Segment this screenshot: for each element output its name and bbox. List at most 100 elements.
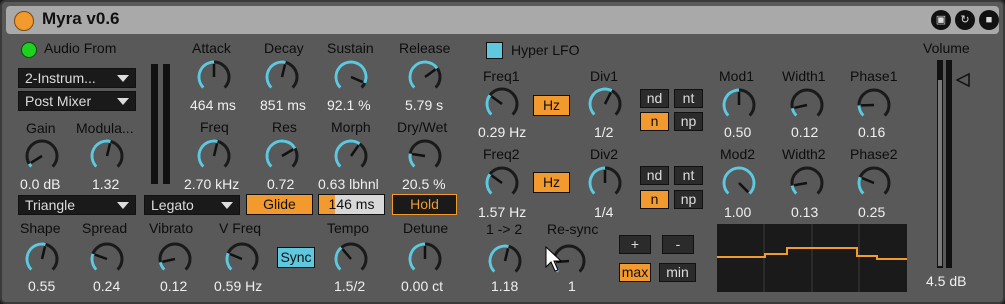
audio-source-select[interactable]: 2-Instrum... [18,68,136,88]
input-meter-left [151,64,158,184]
hyper-lfo-toggle[interactable] [486,42,503,59]
gain-value: 0.0 dB [20,176,61,192]
phase1-value: 0.16 [858,124,886,140]
div2-value: 1/4 [594,204,614,220]
filter-freq-knob[interactable] [195,137,233,175]
glide-time-field[interactable]: 146 ms [318,194,385,215]
voice-mode-select[interactable]: Legato [144,195,240,215]
resync-label: Re-sync [547,221,599,237]
sustain-label: Sustain [327,40,374,56]
lfo1-n-button[interactable]: n [640,112,669,131]
ratio-value: 1.18 [491,278,519,294]
freq1-knob[interactable] [483,85,521,123]
phase1-knob[interactable] [855,86,893,124]
modulation-knob[interactable] [88,137,126,175]
release-knob[interactable] [406,58,444,96]
volume-fader-track [938,80,942,266]
ratio-knob[interactable] [486,242,524,280]
lfo2-nt-button[interactable]: nt [674,166,703,185]
mod2-value: 1.00 [724,204,752,220]
res-knob[interactable] [263,137,301,175]
max-button[interactable]: max [619,263,651,282]
drywet-knob[interactable] [406,137,444,175]
spread-knob[interactable] [88,240,126,278]
lfo2-nd-button[interactable]: nd [640,166,669,185]
plus-button[interactable]: + [619,235,651,254]
audio-tap-select[interactable]: Post Mixer [18,91,136,111]
lfo1-nd-button[interactable]: nd [640,89,669,108]
detune-label: Detune [403,220,449,236]
refresh-icon[interactable]: ↻ [955,10,975,30]
mod1-knob[interactable] [720,86,758,124]
morph-label: Morph [331,119,371,135]
lfo1-np-button[interactable]: np [674,112,703,131]
div1-label: Div1 [590,68,619,84]
lfo1-nt-button[interactable]: nt [674,89,703,108]
attack-knob[interactable] [195,58,233,96]
div2-knob[interactable] [586,164,624,202]
attack-label: Attack [192,40,231,56]
audio-from-toggle[interactable] [21,42,37,58]
morph-knob[interactable] [332,137,370,175]
tempo-value: 1.5/2 [334,278,366,294]
drywet-value: 20.5 % [402,176,446,192]
mod2-knob[interactable] [720,164,758,202]
freq1-value: 0.29 Hz [478,124,527,140]
minus-button[interactable]: - [662,235,694,254]
map-icon[interactable]: ▣ [931,10,951,30]
morph-value: 0.63 lbhnl [318,176,379,192]
freq2-hz-button[interactable]: Hz [533,172,570,193]
glide-button[interactable]: Glide [246,194,313,215]
phase2-knob[interactable] [855,164,893,202]
filter-freq-value: 2.70 kHz [184,176,240,192]
save-icon[interactable]: ■ [979,10,999,30]
freq2-knob[interactable] [483,164,521,202]
mod1-value: 0.50 [724,124,752,140]
gain-knob[interactable] [23,137,61,175]
device-toggle[interactable] [14,11,34,31]
tempo-knob[interactable] [332,240,370,278]
div1-knob[interactable] [586,85,624,123]
vibrato-knob[interactable] [156,240,194,278]
vfreq-value: 0.59 Hz [214,278,263,294]
tempo-label: Tempo [327,220,370,236]
lfo2-np-button[interactable]: np [674,190,703,209]
freq1-hz-button[interactable]: Hz [533,95,570,116]
vibrato-value: 0.12 [160,278,188,294]
decay-knob[interactable] [263,58,301,96]
sync-button[interactable]: Sync [277,247,315,268]
div2-label: Div2 [590,146,619,162]
shape-label: Shape [20,220,61,236]
res-value: 0.72 [267,176,295,192]
audio-from-label: Audio From [44,40,117,56]
release-label: Release [399,40,451,56]
freq2-value: 1.57 Hz [478,204,527,220]
mouse-cursor-icon [545,246,563,272]
min-button[interactable]: min [659,263,696,282]
phase1-label: Phase1 [850,68,898,84]
detune-knob[interactable] [406,240,444,278]
volume-label: Volume [923,40,970,56]
shape-knob[interactable] [23,240,61,278]
sustain-knob[interactable] [332,58,370,96]
hold-button[interactable]: Hold [392,194,457,215]
div1-value: 1/2 [594,124,614,140]
waveform-select[interactable]: Triangle [18,195,136,215]
decay-label: Decay [264,40,304,56]
width2-knob[interactable] [788,164,826,202]
width1-label: Width1 [782,68,826,84]
spread-label: Spread [82,220,128,236]
vibrato-label: Vibrato [149,220,194,236]
filter-freq-label: Freq [200,119,229,135]
volume-slider-handle[interactable] [955,72,971,88]
lfo2-n-button[interactable]: n [640,190,669,209]
freq2-label: Freq2 [483,146,520,162]
resync-value: 1 [568,278,576,294]
device-title: Myra v0.6 [42,9,120,28]
spread-value: 0.24 [93,278,121,294]
width2-value: 0.13 [791,204,819,220]
vfreq-knob[interactable] [223,240,261,278]
width1-knob[interactable] [788,86,826,124]
mod2-label: Mod2 [720,146,756,162]
detune-value: 0.00 ct [401,278,444,294]
